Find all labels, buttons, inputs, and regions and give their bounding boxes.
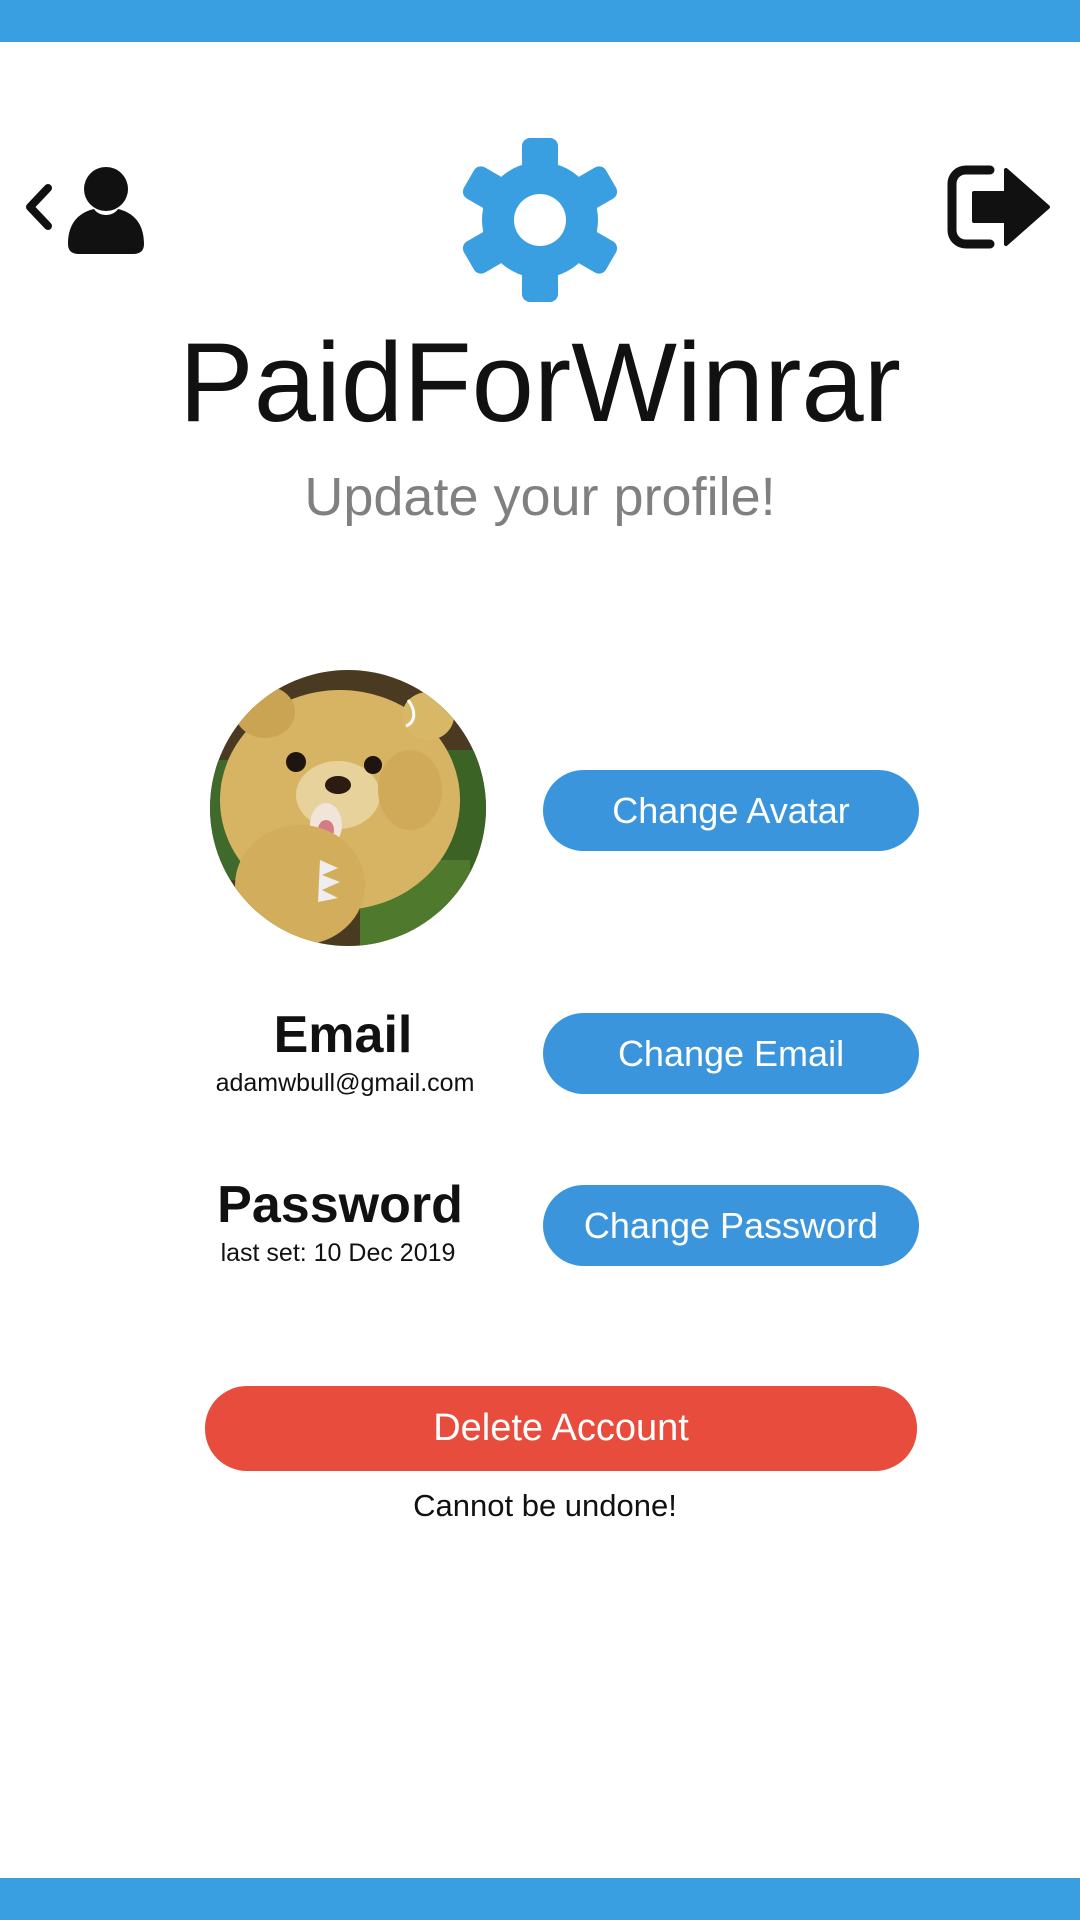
- settings-screen: PaidForWinrar Update your profile! Chang…: [0, 0, 1080, 1920]
- change-email-button[interactable]: Change Email: [543, 1013, 919, 1094]
- logout-button[interactable]: [946, 162, 1052, 252]
- top-accent-bar: [0, 0, 1080, 42]
- password-label: Password: [217, 1176, 463, 1234]
- change-avatar-button[interactable]: Change Avatar: [543, 770, 919, 851]
- sign-out-icon: [947, 165, 1050, 249]
- chevron-left-icon: [26, 184, 52, 230]
- user-icon: [68, 167, 144, 254]
- email-label: Email: [273, 1006, 413, 1064]
- avatar: [210, 670, 486, 946]
- delete-warning: Cannot be undone!: [413, 1488, 677, 1523]
- username-title: PaidForWinrar: [179, 320, 901, 445]
- back-to-profile-button[interactable]: [22, 160, 150, 256]
- page-subtitle: Update your profile!: [304, 467, 776, 527]
- bottom-accent-bar: [0, 1878, 1080, 1920]
- avatar-image: [210, 670, 486, 946]
- back-profile-icon: [26, 167, 144, 254]
- password-last-set: last set: 10 Dec 2019: [220, 1239, 456, 1267]
- email-value: adamwbull@gmail.com: [215, 1069, 475, 1097]
- delete-account-button[interactable]: Delete Account: [205, 1386, 917, 1471]
- gear-icon: [462, 138, 618, 302]
- change-password-button[interactable]: Change Password: [543, 1185, 919, 1266]
- settings-gear-button[interactable]: [460, 138, 620, 302]
